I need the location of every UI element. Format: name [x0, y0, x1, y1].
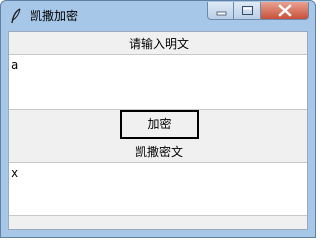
close-button[interactable]	[261, 2, 309, 20]
client-area: 请输入明文 a 加密 凯撒密文 x	[8, 31, 308, 230]
window-title: 凯撒加密	[30, 9, 79, 23]
app-window: 凯撒加密 请输入明文 a 加密 凯撒密文 x	[0, 0, 316, 238]
plaintext-input[interactable]: a	[9, 54, 307, 110]
minimize-button[interactable]	[207, 2, 234, 20]
close-icon	[278, 4, 292, 17]
ciphertext-output[interactable]: x	[9, 162, 307, 216]
title-bar[interactable]: 凯撒加密	[1, 1, 315, 30]
feather-icon	[10, 8, 22, 24]
encrypt-button[interactable]: 加密	[120, 110, 199, 139]
maximize-button[interactable]	[234, 2, 261, 20]
minimize-icon	[216, 11, 227, 16]
plaintext-label: 请输入明文	[128, 37, 189, 51]
ciphertext-label: 凯撒密文	[134, 145, 183, 159]
maximize-icon	[242, 6, 253, 15]
